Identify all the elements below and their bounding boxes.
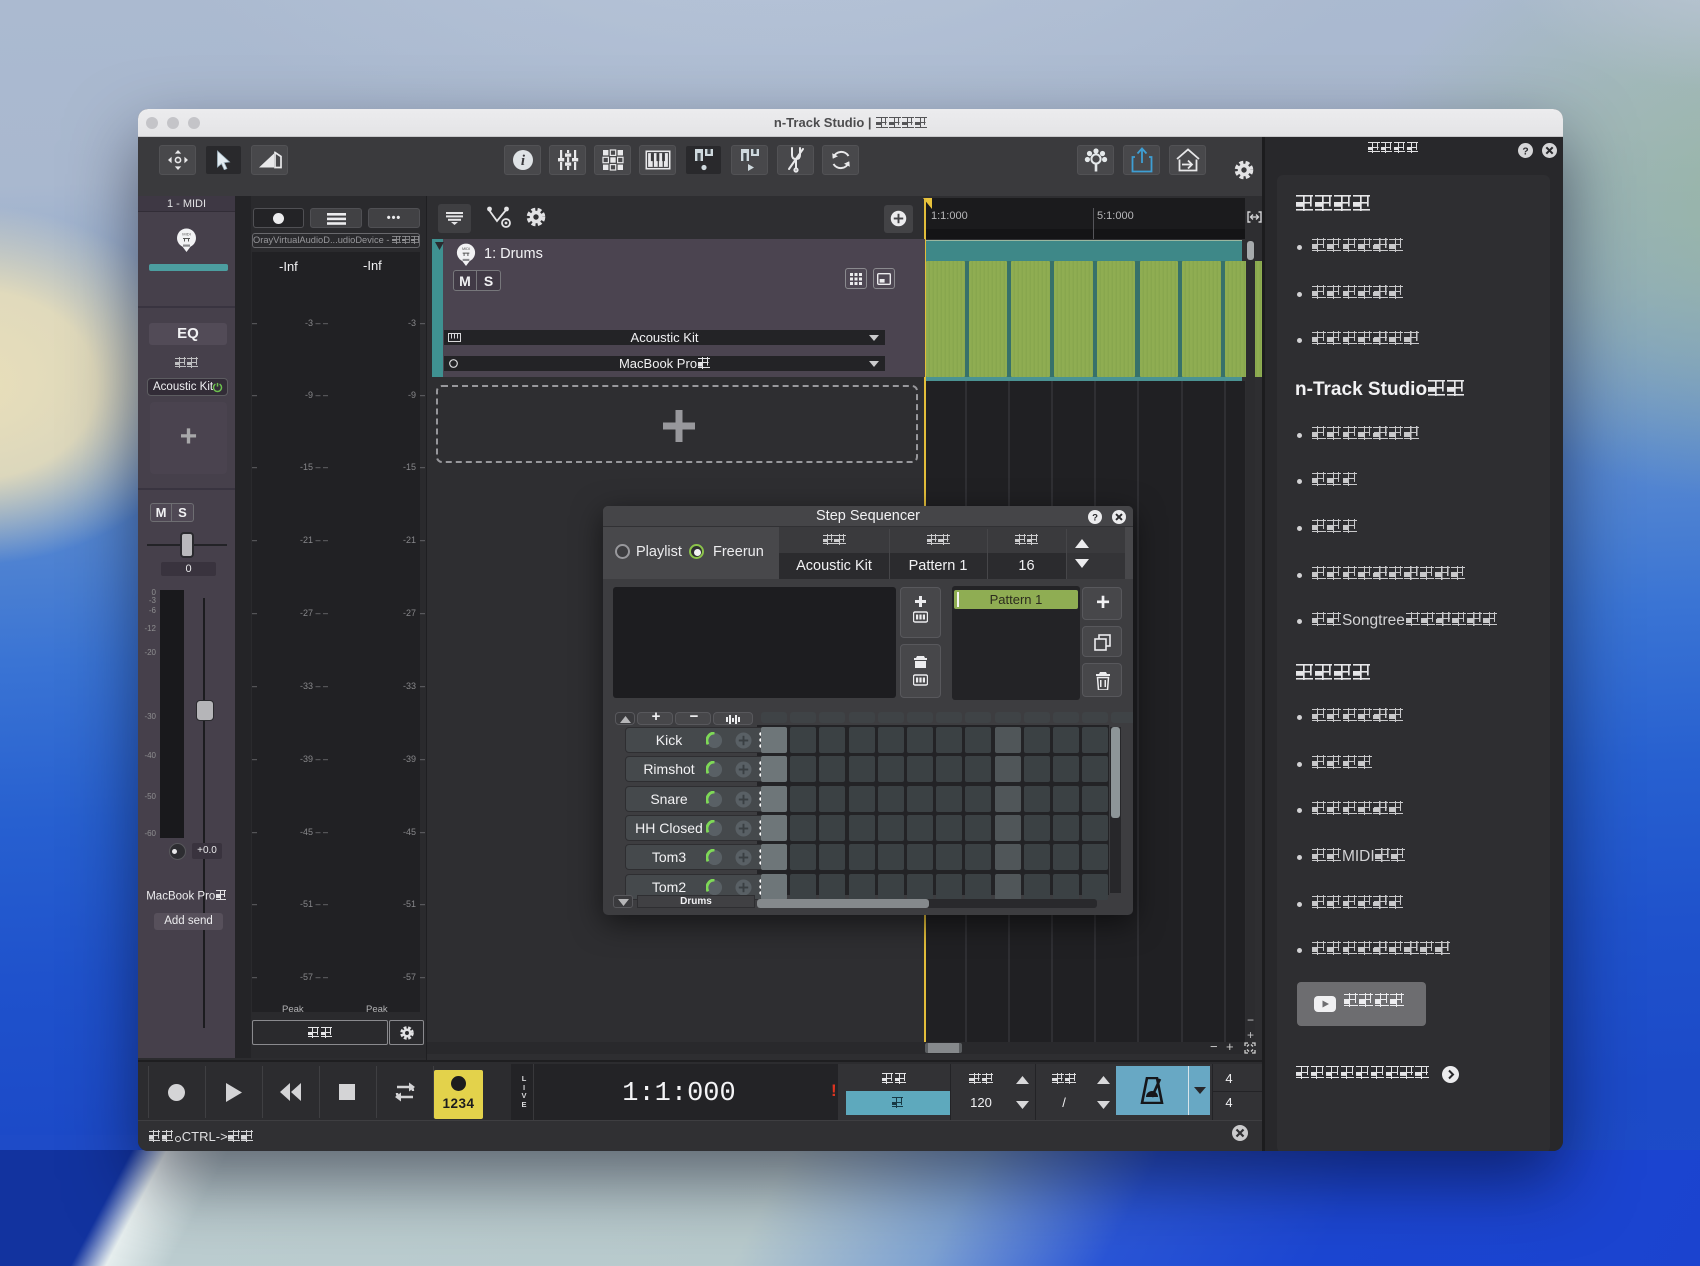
svg-text:MIDI: MIDI [182,231,190,236]
svg-text:?: ? [1092,513,1098,524]
svg-text:?: ? [1522,146,1528,157]
svg-text:MIDI: MIDI [462,247,470,251]
